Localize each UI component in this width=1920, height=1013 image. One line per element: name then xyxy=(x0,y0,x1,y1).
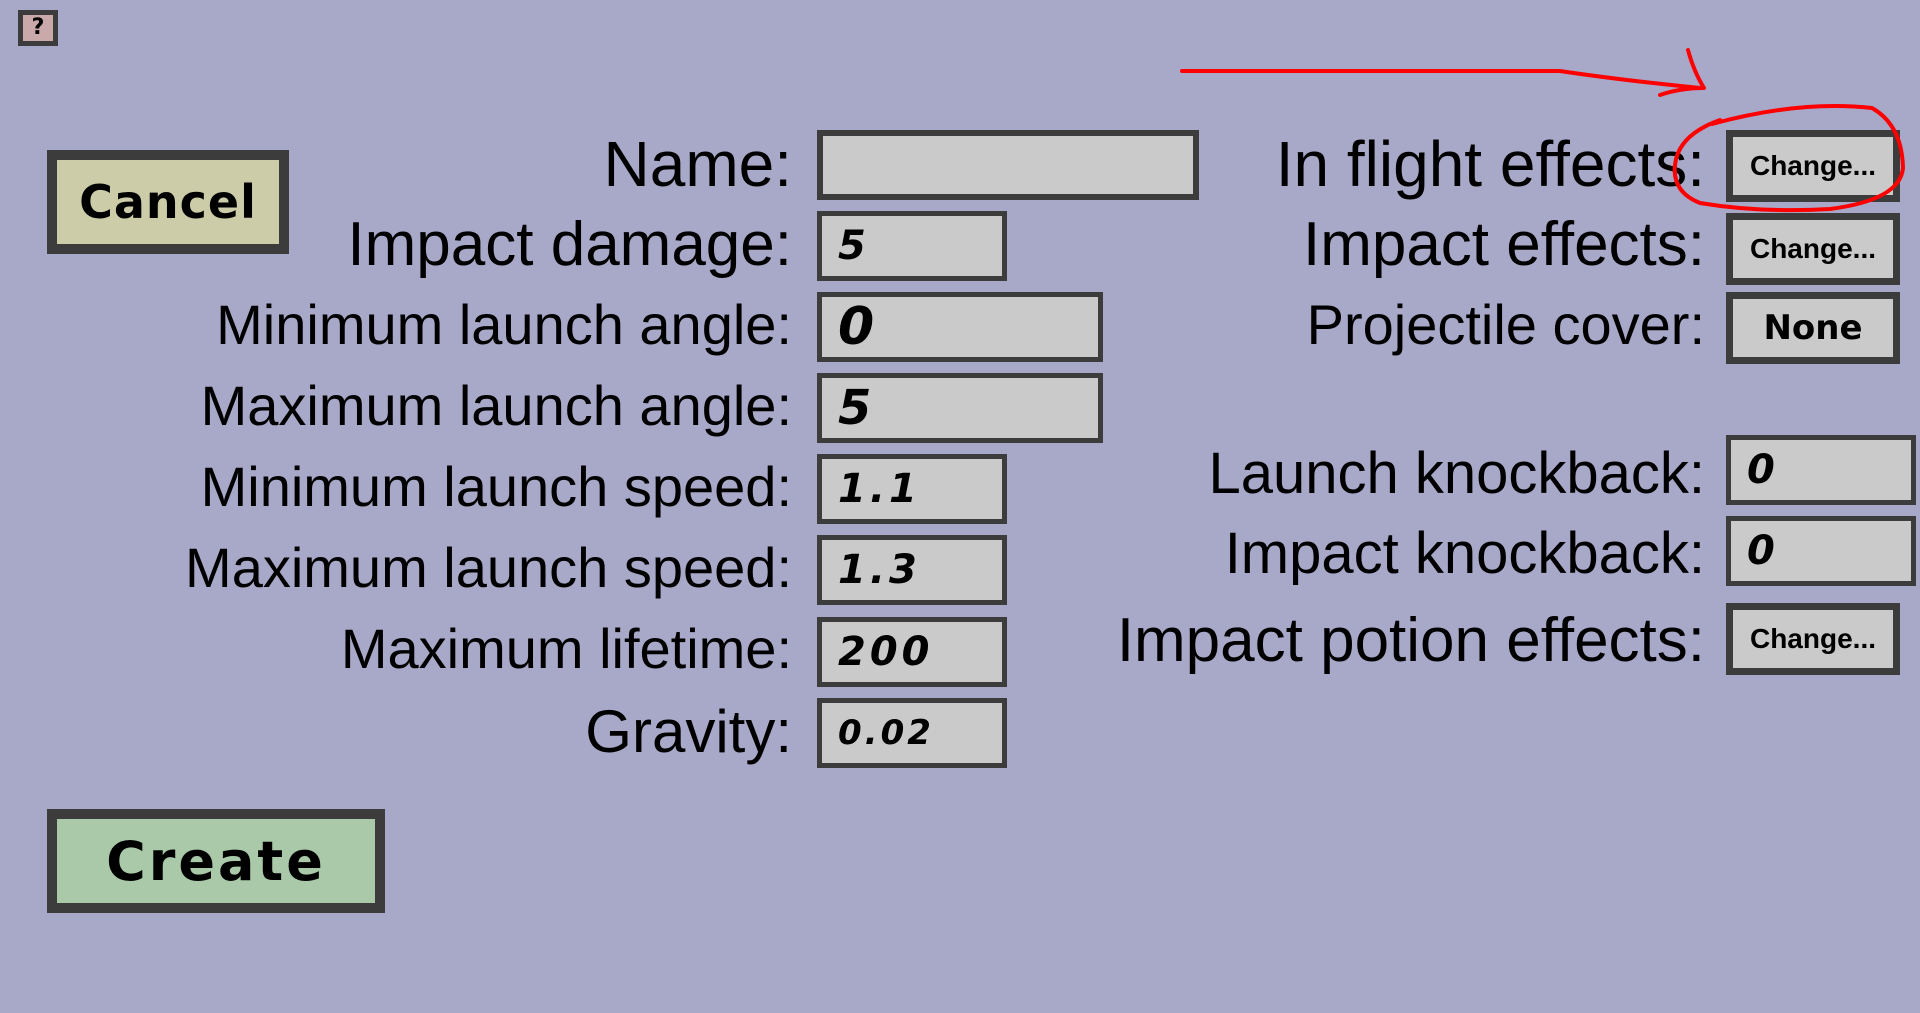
help-button[interactable]: ? xyxy=(18,10,58,46)
impact-potion-effects-change-button[interactable]: Change... xyxy=(1726,603,1900,675)
min-launch-speed-input[interactable]: 1.1 xyxy=(817,454,1007,524)
projectile-cover-button[interactable]: None xyxy=(1726,292,1900,364)
projectile-editor-screen: ? Cancel Create Name: Impact damage: 5 M… xyxy=(0,0,1920,1013)
max-launch-speed-input[interactable]: 1.3 xyxy=(817,535,1007,605)
cancel-button[interactable]: Cancel xyxy=(47,150,289,254)
impact-knockback-input[interactable]: 0 xyxy=(1726,516,1916,586)
impact-effects-change-button[interactable]: Change... xyxy=(1726,213,1900,285)
max-lifetime-input[interactable]: 200 xyxy=(817,617,1007,687)
gravity-label: Gravity: xyxy=(585,698,792,765)
min-launch-angle-label: Minimum launch angle: xyxy=(216,293,792,356)
impact-effects-label: Impact effects: xyxy=(1302,210,1705,279)
in-flight-effects-change-button[interactable]: Change... xyxy=(1726,130,1900,202)
max-launch-speed-label: Maximum launch speed: xyxy=(185,536,792,599)
name-input[interactable] xyxy=(817,130,1199,200)
impact-potion-effects-label: Impact potion effects: xyxy=(1116,606,1705,675)
annotation-arrow-head xyxy=(1658,48,1706,97)
in-flight-effects-label: In flight effects: xyxy=(1275,128,1705,200)
annotation-arrow-line xyxy=(1180,69,1702,90)
launch-knockback-input[interactable]: 0 xyxy=(1726,435,1916,505)
min-launch-speed-label: Minimum launch speed: xyxy=(200,455,792,518)
launch-knockback-label: Launch knockback: xyxy=(1208,441,1705,506)
max-lifetime-label: Maximum lifetime: xyxy=(340,617,792,680)
create-button[interactable]: Create xyxy=(47,809,385,913)
impact-damage-label: Impact damage: xyxy=(347,210,792,279)
max-launch-angle-input[interactable]: 5 xyxy=(817,373,1103,443)
impact-damage-input[interactable]: 5 xyxy=(817,211,1007,281)
projectile-cover-label: Projectile cover: xyxy=(1306,293,1705,356)
min-launch-angle-input[interactable]: 0 xyxy=(817,292,1103,362)
name-label: Name: xyxy=(603,128,793,200)
max-launch-angle-label: Maximum launch angle: xyxy=(200,374,792,437)
gravity-input[interactable]: 0.02 xyxy=(817,698,1007,768)
impact-knockback-label: Impact knockback: xyxy=(1224,521,1705,586)
